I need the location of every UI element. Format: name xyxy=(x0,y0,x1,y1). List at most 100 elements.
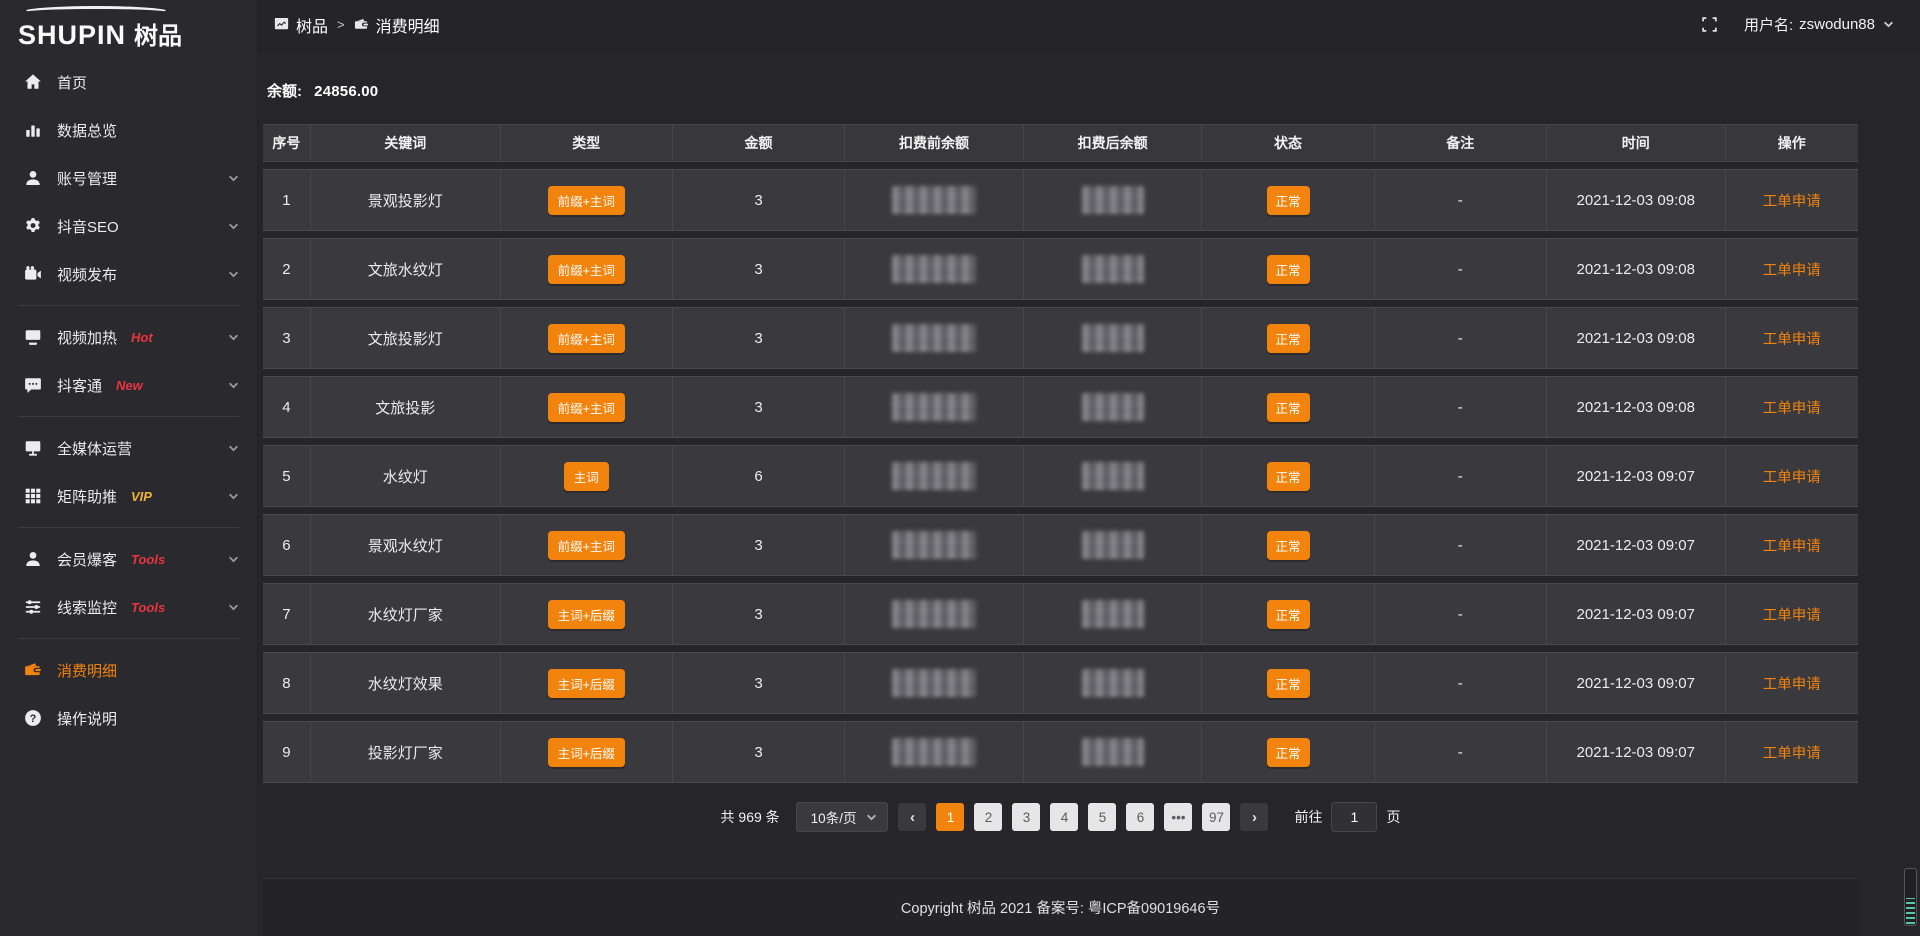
sidebar-divider xyxy=(18,305,239,306)
next-page-button[interactable]: › xyxy=(1240,803,1268,831)
sidebar-item-member-burst[interactable]: 会员爆客Tools xyxy=(0,535,257,583)
sidebar-item-douyin-seo[interactable]: 抖音SEO xyxy=(0,202,257,250)
table-row: 6景观水纹灯前缀+主词3正常-2021-12-03 09:07工单申请 xyxy=(263,514,1858,576)
cell-post-balance xyxy=(1024,721,1203,783)
table-header-row: 序号关键词类型金额扣费前余额扣费后余额状态备注时间操作 xyxy=(263,124,1858,162)
sidebar-item-matrix-boost[interactable]: 矩阵助推VIP xyxy=(0,472,257,520)
topbar: 树品 > 消费明细 用户名: zswodun88 xyxy=(258,0,1920,50)
user-menu[interactable]: 用户名: zswodun88 xyxy=(1744,14,1894,35)
cell-status: 正常 xyxy=(1202,652,1374,714)
page-size-select[interactable]: 10条/页 xyxy=(796,802,889,832)
breadcrumb-separator: > xyxy=(337,17,345,32)
sidebar-item-home[interactable]: 首页 xyxy=(0,58,257,106)
page-button-6[interactable]: 6 xyxy=(1126,803,1154,831)
page-footer: Copyright 树品 2021 备案号: 粤ICP备09019646号 xyxy=(263,878,1858,936)
cell-amount: 3 xyxy=(673,307,845,369)
page-button-97[interactable]: 97 xyxy=(1202,803,1230,831)
cell-type: 主词+后缀 xyxy=(501,583,673,645)
breadcrumb-current[interactable]: 消费明细 xyxy=(354,13,440,37)
cell-time: 2021-12-03 09:08 xyxy=(1547,238,1726,300)
sidebar-item-badge: Hot xyxy=(131,330,153,345)
cell-pre-balance xyxy=(845,307,1024,369)
copyright-text: Copyright 树品 2021 备案号: 粤ICP备09019646号 xyxy=(901,897,1220,918)
cell-remark: - xyxy=(1375,583,1547,645)
sidebar-item-operation-guide[interactable]: ?操作说明 xyxy=(0,694,257,742)
cell-keyword: 水纹灯厂家 xyxy=(311,583,501,645)
cell-status: 正常 xyxy=(1202,238,1374,300)
chevron-down-icon xyxy=(228,173,239,184)
page-ellipsis-button[interactable]: ••• xyxy=(1164,803,1192,831)
cell-pre-balance xyxy=(845,652,1024,714)
sidebar-item-douketong[interactable]: 抖客通New xyxy=(0,361,257,409)
cell-action: 工单申请 xyxy=(1726,721,1858,783)
bar-chart-icon xyxy=(24,121,42,139)
goto-page-input[interactable] xyxy=(1331,802,1377,832)
sidebar-item-data-overview[interactable]: 数据总览 xyxy=(0,106,257,154)
cell-pre-balance xyxy=(845,721,1024,783)
cell-status: 正常 xyxy=(1202,307,1374,369)
screen-icon xyxy=(24,328,42,346)
cell-time: 2021-12-03 09:07 xyxy=(1547,445,1726,507)
scroll-indicator[interactable] xyxy=(1904,868,1917,926)
page-button-4[interactable]: 4 xyxy=(1050,803,1078,831)
work-order-link[interactable]: 工单申请 xyxy=(1763,539,1821,555)
masked-pre-balance xyxy=(892,393,976,421)
cell-remark: - xyxy=(1375,445,1547,507)
sidebar-item-media-operation[interactable]: 全媒体运营 xyxy=(0,424,257,472)
chat-icon xyxy=(24,376,42,394)
cell-pre-balance xyxy=(845,376,1024,438)
sidebar: SHUPIN 树品 首页数据总览账号管理抖音SEO视频发布视频加热Hot抖客通N… xyxy=(0,0,258,936)
work-order-link[interactable]: 工单申请 xyxy=(1763,332,1821,348)
cell-post-balance xyxy=(1024,307,1203,369)
sidebar-item-consumption-detail[interactable]: 消费明细 xyxy=(0,646,257,694)
fullscreen-icon[interactable] xyxy=(1701,16,1718,33)
work-order-link[interactable]: 工单申请 xyxy=(1763,677,1821,693)
sidebar-item-badge: Tools xyxy=(131,600,165,615)
cell-post-balance xyxy=(1024,445,1203,507)
page-button-2[interactable]: 2 xyxy=(974,803,1002,831)
status-badge: 正常 xyxy=(1267,738,1310,767)
page-button-1[interactable]: 1 xyxy=(936,803,964,831)
cell-index: 9 xyxy=(263,721,311,783)
page-size-value: 10条/页 xyxy=(811,807,857,827)
cell-pre-balance xyxy=(845,238,1024,300)
sidebar-item-account-manage[interactable]: 账号管理 xyxy=(0,154,257,202)
sidebar-item-label: 数据总览 xyxy=(57,120,117,141)
sidebar-item-leads-monitor[interactable]: 线索监控Tools xyxy=(0,583,257,631)
work-order-link[interactable]: 工单申请 xyxy=(1763,746,1821,762)
masked-post-balance xyxy=(1082,669,1144,697)
breadcrumb-home[interactable]: 树品 xyxy=(274,13,328,37)
cell-pre-balance xyxy=(845,169,1024,231)
sidebar-item-label: 首页 xyxy=(57,72,87,93)
page-button-3[interactable]: 3 xyxy=(1012,803,1040,831)
cell-status: 正常 xyxy=(1202,376,1374,438)
sidebar-item-video-publish[interactable]: 视频发布 xyxy=(0,250,257,298)
masked-pre-balance xyxy=(892,738,976,766)
breadcrumb-current-label: 消费明细 xyxy=(376,13,440,37)
cell-keyword: 景观水纹灯 xyxy=(311,514,501,576)
masked-post-balance xyxy=(1082,255,1144,283)
work-order-link[interactable]: 工单申请 xyxy=(1763,401,1821,417)
column-header: 序号 xyxy=(263,124,311,162)
work-order-link[interactable]: 工单申请 xyxy=(1763,608,1821,624)
page-button-5[interactable]: 5 xyxy=(1088,803,1116,831)
work-order-link[interactable]: 工单申请 xyxy=(1763,470,1821,486)
cell-keyword: 水纹灯效果 xyxy=(311,652,501,714)
svg-text:?: ? xyxy=(30,713,37,725)
work-order-link[interactable]: 工单申请 xyxy=(1763,194,1821,210)
masked-pre-balance xyxy=(892,669,976,697)
sidebar-item-video-heat[interactable]: 视频加热Hot xyxy=(0,313,257,361)
type-badge: 前缀+主词 xyxy=(548,531,625,560)
cell-remark: - xyxy=(1375,652,1547,714)
masked-pre-balance xyxy=(892,531,976,559)
status-badge: 正常 xyxy=(1267,669,1310,698)
prev-page-button[interactable]: ‹ xyxy=(898,803,926,831)
sidebar-item-label: 矩阵助推 xyxy=(57,486,117,507)
work-order-link[interactable]: 工单申请 xyxy=(1763,263,1821,279)
sidebar-divider xyxy=(18,416,239,417)
masked-pre-balance xyxy=(892,186,976,214)
type-badge: 主词+后缀 xyxy=(548,600,625,629)
cell-index: 5 xyxy=(263,445,311,507)
breadcrumb: 树品 > 消费明细 xyxy=(274,13,440,37)
cell-amount: 3 xyxy=(673,652,845,714)
